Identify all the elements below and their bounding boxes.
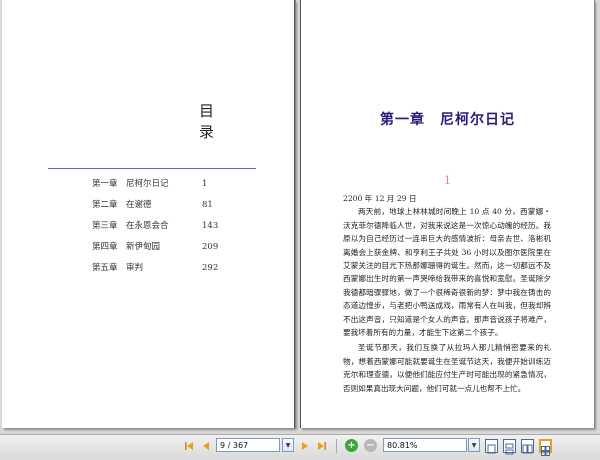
toolbar-separator [336,439,337,453]
toc-page-number: 292 [202,263,219,273]
continuous-facing-view-button[interactable] [539,439,552,456]
chevron-down-icon: ▼ [471,441,477,449]
chevron-down-icon: ▼ [285,441,291,449]
continuous-page-icon [505,443,514,455]
single-page-view-button[interactable] [485,439,498,454]
zoom-level-field[interactable]: 80.81% [383,438,467,452]
next-page-button[interactable] [298,439,312,453]
previous-page-button[interactable] [199,439,213,453]
toc-item[interactable]: 第二章 在谢德 81 [92,199,222,220]
previous-page-icon [203,442,209,450]
plus-icon: + [347,440,356,451]
toc-chapter-name: 在永恩会合 [126,221,169,231]
body-paragraph: 圣诞节那天，我们互换了从拉玛人那儿精悄密要来的礼物，想着西蒙娜可能就要诞生在圣诞… [343,343,551,393]
entry-date: 2200 年 12 月 29 日 [343,194,417,203]
toc-page-number: 209 [202,242,219,252]
minus-icon: − [366,440,375,451]
toc-chapter-name: 审判 [126,263,144,273]
toc-list: 第一章 尼柯尔日记 1 第二章 在谢德 81 第三章 在永恩会合 143 第四章… [92,178,222,283]
last-page-icon [318,442,326,450]
toc-title: 目 录 [199,102,245,141]
toc-item[interactable]: 第三章 在永恩会合 143 [92,220,222,241]
toc-page-number: 143 [202,221,219,231]
toc-item[interactable]: 第四章 新伊甸园 209 [92,241,222,262]
toc-item[interactable]: 第五章 审判 292 [92,262,222,283]
continuous-view-button[interactable] [503,439,516,455]
chapter-number: 1 [444,174,451,187]
single-page-icon [487,444,496,454]
first-page-button[interactable] [182,439,196,453]
toc-page-number: 1 [202,179,208,189]
chapter-heading: 第一章 尼柯尔日记 [380,112,515,128]
facing-view-button[interactable] [521,439,534,454]
navigation-toolbar: 9 / 367 ▼ + − 80.81% ▼ [0,434,600,457]
page-number-field[interactable]: 9 / 367 [216,438,280,452]
toc-divider [48,168,256,169]
toc-chapter-name: 新伊甸园 [126,242,161,252]
toc-chapter: 第四章 [92,242,118,252]
zoom-dropdown-button[interactable]: ▼ [468,438,480,452]
page-right: 第一章 尼柯尔日记 1 2200 年 12 月 29 日 两天前，地球上林林城时… [300,0,594,428]
last-page-button[interactable] [315,439,329,453]
toc-chapter: 第二章 [92,200,118,210]
toc-item[interactable]: 第一章 尼柯尔日记 1 [92,178,222,199]
toc-page-number: 81 [202,200,213,210]
page-dropdown-button[interactable]: ▼ [282,438,294,452]
zoom-out-button[interactable]: − [364,439,377,452]
toc-chapter-name: 尼柯尔日记 [126,179,169,189]
continuous-facing-icon [541,446,550,456]
toc-chapter: 第五章 [92,263,118,273]
chapter-body: 2200 年 12 月 29 日 两天前，地球上林林城时间晚上 10 点 40 … [343,192,551,395]
zoom-in-button[interactable]: + [345,439,358,452]
facing-pages-icon [522,444,533,454]
first-page-icon [185,442,193,450]
page-left: 目 录 第一章 尼柯尔日记 1 第二章 在谢德 81 第三章 在永恩会合 143… [2,0,295,428]
next-page-icon [302,442,308,450]
document-viewport[interactable]: 目 录 第一章 尼柯尔日记 1 第二章 在谢德 81 第三章 在永恩会合 143… [0,0,600,434]
toc-chapter-name: 在谢德 [126,200,152,210]
toc-chapter: 第一章 [92,179,118,189]
toc-chapter: 第三章 [92,221,118,231]
body-paragraph: 两天前，地球上林林城时间晚上 10 点 40 分，西蒙娜・沃克菲尔德降临人世，对… [343,207,551,338]
